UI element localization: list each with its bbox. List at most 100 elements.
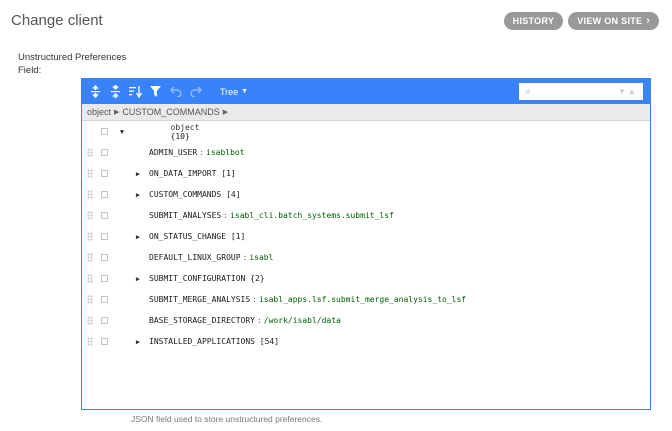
context-menu-button[interactable] xyxy=(101,149,108,156)
field-key[interactable]: INSTALLED_APPLICATIONS xyxy=(149,337,255,346)
undo-icon xyxy=(169,86,182,97)
key-value-separator: : xyxy=(256,316,262,325)
context-menu-button[interactable] xyxy=(101,296,108,303)
help-text: JSON field used to store unstructured pr… xyxy=(131,414,323,424)
expanded-triangle-icon[interactable]: ▼ xyxy=(117,128,127,136)
breadcrumb-separator-icon: ▶ xyxy=(222,109,229,116)
context-menu-button[interactable] xyxy=(101,212,108,219)
filter-icon xyxy=(150,86,161,97)
context-menu-button[interactable] xyxy=(101,170,108,177)
drag-handle-icon[interactable] xyxy=(87,253,93,262)
tree-row-entry: INSTALLED_APPLICATIONS [54] xyxy=(149,337,279,346)
context-menu-button[interactable] xyxy=(101,275,108,282)
field-key[interactable]: ADMIN_USER xyxy=(149,148,197,157)
drag-handle-icon[interactable] xyxy=(87,211,93,220)
tree-row: ▶ ON_DATA_IMPORT [1] xyxy=(82,163,650,184)
field-key[interactable]: ON_DATA_IMPORT xyxy=(149,169,216,178)
search-nav: ▼ ▲ xyxy=(618,87,636,96)
tree-row: DEFAULT_LINUX_GROUP: isabl xyxy=(82,247,650,268)
tree-row: ▶ SUBMIT_CONFIGURATION {2} xyxy=(82,268,650,289)
context-menu-button[interactable] xyxy=(101,317,108,324)
drag-handle-icon[interactable] xyxy=(87,169,93,178)
field-value[interactable]: isabl_apps.lsf.submit_merge_analysis_to_… xyxy=(259,295,466,304)
filter-button[interactable] xyxy=(146,82,165,101)
json-editor: Tree ▼ ⌕ ▼ ▲ object ▶ CUSTOM_COMMANDS ▶ … xyxy=(81,78,651,410)
context-menu-button[interactable] xyxy=(101,233,108,240)
chevron-right-icon: › xyxy=(646,15,650,26)
collapsed-triangle-icon[interactable]: ▶ xyxy=(133,170,143,178)
search-input[interactable] xyxy=(534,84,616,99)
editor-menu: Tree ▼ ⌕ ▼ ▲ xyxy=(82,79,650,104)
context-menu-button[interactable] xyxy=(101,338,108,345)
field-key[interactable]: CUSTOM_COMMANDS xyxy=(149,190,221,199)
json-tree: ▼ object {10} ADMIN_USER: isablbot ▶ ON_DAT… xyxy=(82,121,650,352)
field-key[interactable]: DEFAULT_LINUX_GROUP xyxy=(149,253,241,262)
collapsed-triangle-icon[interactable]: ▶ xyxy=(133,191,143,199)
field-value[interactable]: isabl xyxy=(249,253,273,262)
field-key[interactable]: ON_STATUS_CHANGE xyxy=(149,232,226,241)
mode-label: Tree xyxy=(220,86,239,97)
field-key[interactable]: BASE_STORAGE_DIRECTORY xyxy=(149,316,255,325)
collapse-all-button[interactable] xyxy=(106,82,125,101)
view-on-site-label: VIEW ON SITE xyxy=(577,16,643,26)
tree-row-entry: SUBMIT_CONFIGURATION {2} xyxy=(149,274,265,283)
collapsed-triangle-icon[interactable]: ▶ xyxy=(133,338,143,346)
context-menu-button[interactable] xyxy=(101,254,108,261)
tree-row: BASE_STORAGE_DIRECTORY:/work/isabl/data xyxy=(82,310,650,331)
tree-row-entry: ON_STATUS_CHANGE [1] xyxy=(149,232,245,241)
collapsed-triangle-icon[interactable]: ▶ xyxy=(133,275,143,283)
view-on-site-button[interactable]: VIEW ON SITE › xyxy=(568,12,659,30)
tree-row: SUBMIT_ANALYSES: isabl_cli.batch_systems.… xyxy=(82,205,650,226)
tree-row-entry: SUBMIT_ANALYSES: isabl_cli.batch_systems.… xyxy=(149,211,394,220)
root-count: {10} xyxy=(170,131,190,141)
key-value-separator: : xyxy=(252,295,257,304)
field-value[interactable]: /work/isabl/data xyxy=(264,316,341,325)
drag-handle-icon[interactable] xyxy=(87,274,93,283)
tree-row: ▶ CUSTOM_COMMANDS [4] xyxy=(82,184,650,205)
caret-down-icon: ▼ xyxy=(241,88,249,95)
field-key[interactable]: SUBMIT_ANALYSES xyxy=(149,211,221,220)
tree-row: ▶ ON_STATUS_CHANGE [1] xyxy=(82,226,650,247)
search-next-icon[interactable]: ▼ xyxy=(618,87,626,96)
collapsed-triangle-icon[interactable]: ▶ xyxy=(133,233,143,241)
history-button[interactable]: HISTORY xyxy=(503,12,564,30)
context-menu-button[interactable] xyxy=(101,128,108,135)
child-count: [1] xyxy=(221,169,236,178)
field-key[interactable]: SUBMIT_CONFIGURATION xyxy=(149,274,245,283)
root-label: object xyxy=(170,122,200,132)
field-key[interactable]: SUBMIT_MERGE_ANALYSIS xyxy=(149,295,250,304)
mode-select-button[interactable]: Tree ▼ xyxy=(220,87,248,97)
sort-button[interactable] xyxy=(126,82,145,101)
tree-row-entry: CUSTOM_COMMANDS [4] xyxy=(149,190,241,199)
drag-handle-icon[interactable] xyxy=(87,190,93,199)
key-value-separator: : xyxy=(242,253,248,262)
undo-button[interactable] xyxy=(166,82,185,101)
expand-all-button[interactable] xyxy=(86,82,105,101)
drag-handle-icon[interactable] xyxy=(87,316,93,325)
field-label: Unstructured Preferences Field: xyxy=(18,52,127,76)
child-count: {2} xyxy=(250,274,265,283)
tree-row-entry: DEFAULT_LINUX_GROUP: isabl xyxy=(149,253,273,262)
drag-handle-icon[interactable] xyxy=(87,295,93,304)
tree-row-entry: SUBMIT_MERGE_ANALYSIS: isabl_apps.lsf.sub… xyxy=(149,295,466,304)
child-count: [1] xyxy=(230,232,246,241)
sort-icon xyxy=(129,85,142,98)
field-value[interactable]: isablbot xyxy=(206,148,245,157)
tree-row: ADMIN_USER: isablbot xyxy=(82,142,650,163)
tree-row: ▶ INSTALLED_APPLICATIONS [54] xyxy=(82,331,650,352)
search-previous-icon[interactable]: ▲ xyxy=(628,87,636,96)
tree-row-entry: BASE_STORAGE_DIRECTORY:/work/isabl/data xyxy=(149,316,341,325)
page-title: Change client xyxy=(11,12,103,29)
drag-handle-icon[interactable] xyxy=(87,148,93,157)
key-value-separator: : xyxy=(199,148,204,157)
breadcrumb-item-root[interactable]: object xyxy=(87,107,111,117)
search-box: ⌕ ▼ ▲ xyxy=(519,83,643,100)
tree-row-entry: ON_DATA_IMPORT [1] xyxy=(149,169,236,178)
redo-button[interactable] xyxy=(186,82,205,101)
context-menu-button[interactable] xyxy=(101,191,108,198)
expand-all-icon xyxy=(91,85,100,98)
drag-handle-icon[interactable] xyxy=(87,337,93,346)
drag-handle-icon[interactable] xyxy=(87,232,93,241)
tree-root-row: ▼ object {10} xyxy=(82,121,650,142)
field-value[interactable]: isabl_cli.batch_systems.submit_lsf xyxy=(230,211,394,220)
